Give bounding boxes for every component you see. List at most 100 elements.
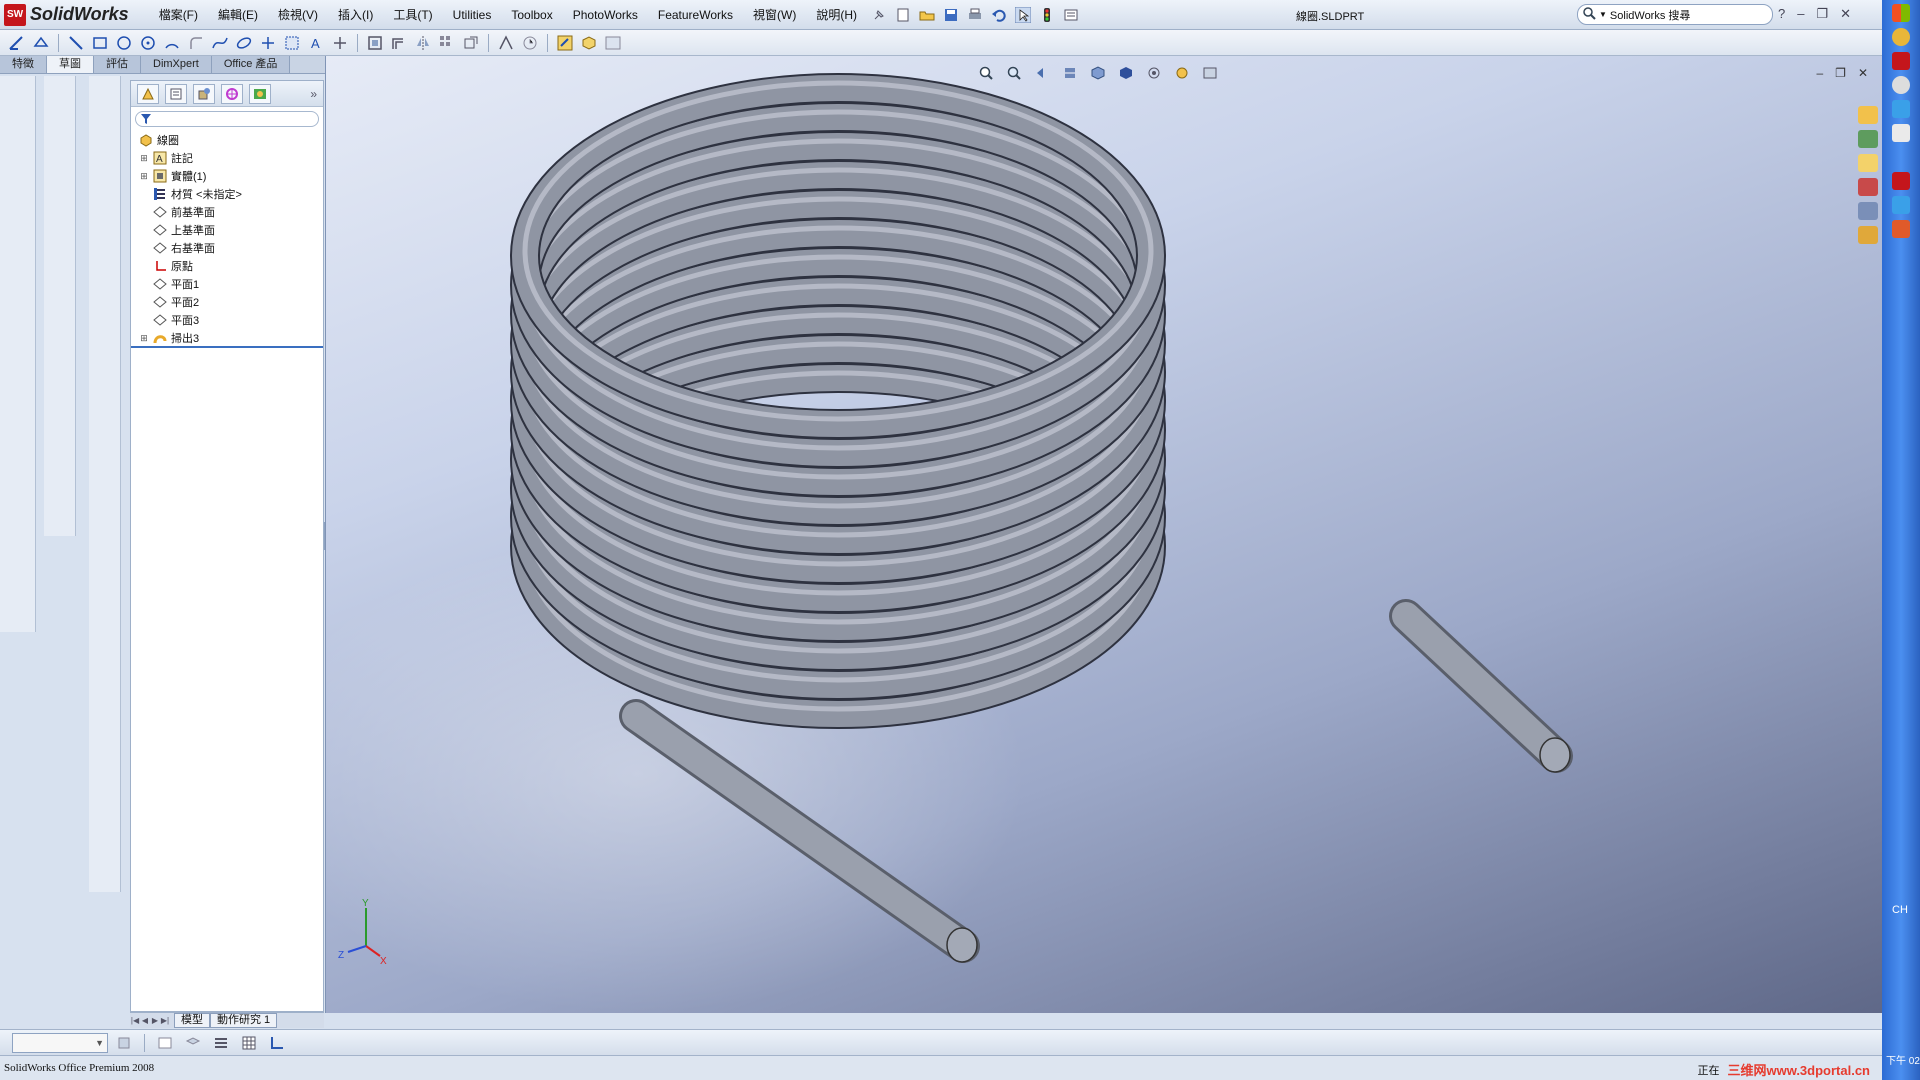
circle-icon[interactable] (113, 32, 135, 54)
open-folder-icon[interactable] (918, 6, 936, 24)
menu-insert[interactable]: 插入(I) (328, 0, 383, 30)
linear-pattern-icon[interactable] (436, 32, 458, 54)
feature-tree-filter[interactable] (135, 111, 319, 127)
app-icon[interactable] (1892, 124, 1910, 142)
tree-item-plane1[interactable]: 平面1 (135, 275, 323, 293)
trim-icon[interactable] (329, 32, 351, 54)
tab-sketch[interactable]: 草圖 (47, 56, 94, 73)
menu-toolbox[interactable]: Toolbox (501, 0, 562, 30)
media-player-icon[interactable] (1892, 76, 1910, 94)
spline-icon[interactable] (209, 32, 231, 54)
list-icon[interactable] (212, 1034, 230, 1052)
feature-tree-tab-icon[interactable] (137, 83, 159, 104)
tree-item-front-plane[interactable]: 前基準面 (135, 203, 323, 221)
tree-item-solid-bodies[interactable]: ⊞ 實體(1) (135, 167, 323, 185)
perimeter-circle-icon[interactable] (137, 32, 159, 54)
chrome-icon[interactable] (1892, 28, 1910, 46)
axis-icon[interactable] (268, 1034, 286, 1052)
tree-item-material[interactable]: 材質 <未指定> (135, 185, 323, 203)
plane-sketch-icon[interactable] (281, 32, 303, 54)
rapid-sketch-icon[interactable] (554, 32, 576, 54)
expand-toggle-icon[interactable]: ⊞ (139, 333, 149, 344)
solidworks-taskbar-icon[interactable] (1892, 52, 1910, 70)
mirror-entities-icon[interactable] (412, 32, 434, 54)
solidworks-logo[interactable]: SW SolidWorks (0, 0, 137, 30)
config-apply-icon[interactable] (115, 1034, 133, 1052)
tree-root[interactable]: 線圈 (135, 131, 323, 149)
expand-toggle-icon[interactable]: ⊞ (139, 153, 149, 164)
minimize-icon[interactable]: – (1797, 6, 1804, 22)
menu-window[interactable]: 視窗(W) (743, 0, 806, 30)
menu-tools[interactable]: 工具(T) (383, 0, 442, 30)
office-icon[interactable] (1892, 220, 1910, 238)
tree-item-plane3[interactable]: 平面3 (135, 311, 323, 329)
dimxpert-manager-tab-icon[interactable] (221, 83, 243, 104)
menu-view[interactable]: 檢視(V) (268, 0, 328, 30)
appearances-icon[interactable] (1858, 226, 1878, 244)
new-document-icon[interactable] (894, 6, 912, 24)
options-icon[interactable] (1062, 6, 1080, 24)
sketch-text-icon[interactable]: A (305, 32, 327, 54)
tab-evaluate[interactable]: 評估 (94, 56, 141, 73)
restore-icon[interactable]: ❐ (1816, 6, 1828, 22)
fillet-icon[interactable] (185, 32, 207, 54)
tab-features[interactable]: 特徵 (0, 56, 47, 73)
ie-icon[interactable] (1892, 100, 1910, 118)
menu-utilities[interactable]: Utilities (443, 0, 502, 30)
coil-model[interactable]: Y X Z (326, 56, 1882, 1013)
tree-item-annotations[interactable]: ⊞ A 註記 (135, 149, 323, 167)
menu-edit[interactable]: 編輯(E) (208, 0, 268, 30)
configuration-select[interactable]: ▼ (12, 1032, 108, 1053)
display-manager-tab-icon[interactable] (249, 83, 271, 104)
graphics-area[interactable]: – ❐ ✕ (325, 56, 1882, 1013)
repair-sketch-icon[interactable] (519, 32, 541, 54)
ie-2-icon[interactable] (1892, 196, 1910, 214)
expand-toggle-icon[interactable]: ⊞ (139, 171, 149, 182)
windows-logo-icon[interactable] (1892, 4, 1910, 22)
save-icon[interactable] (942, 6, 960, 24)
pin-icon[interactable] (870, 6, 888, 24)
display-relations-icon[interactable] (495, 32, 517, 54)
last-tab-arrow-icon[interactable]: ▶| (160, 1016, 170, 1025)
close-icon[interactable]: ✕ (1840, 6, 1851, 22)
tree-item-right-plane[interactable]: 右基準面 (135, 239, 323, 257)
next-tab-arrow-icon[interactable]: ▶ (150, 1016, 160, 1025)
design-library-icon[interactable] (1858, 130, 1878, 148)
undo-icon[interactable] (990, 6, 1008, 24)
expand-panel-icon[interactable]: » (310, 87, 317, 101)
offset-entities-icon[interactable] (388, 32, 410, 54)
first-tab-arrow-icon[interactable]: |◀ (130, 1016, 140, 1025)
arc-icon[interactable] (161, 32, 183, 54)
tab-model[interactable]: 模型 (174, 1013, 210, 1028)
tab-motion-study[interactable]: 動作研究 1 (210, 1013, 278, 1028)
tree-item-plane2[interactable]: 平面2 (135, 293, 323, 311)
solidworks-resources-icon[interactable] (1858, 106, 1878, 124)
select-arrow-icon[interactable] (1014, 6, 1032, 24)
search-results-icon[interactable] (1858, 178, 1878, 196)
ellipse-icon[interactable] (233, 32, 255, 54)
tree-item-origin[interactable]: 原點 (135, 257, 323, 275)
configuration-manager-tab-icon[interactable] (193, 83, 215, 104)
file-explorer-icon[interactable] (1858, 154, 1878, 172)
rectangle-icon[interactable] (89, 32, 111, 54)
convert-entities-icon[interactable] (364, 32, 386, 54)
rollback-bar[interactable] (131, 346, 323, 348)
menu-help[interactable]: 說明(H) (806, 0, 867, 30)
menu-file[interactable]: 檔案(F) (149, 0, 208, 30)
menu-featureworks[interactable]: FeatureWorks (648, 0, 743, 30)
help-icon[interactable]: ? (1778, 6, 1785, 22)
print-icon[interactable] (966, 6, 984, 24)
instant-3d-icon[interactable] (578, 32, 600, 54)
sketch-picture-icon[interactable] (602, 32, 624, 54)
rebuild-icon[interactable] (1038, 6, 1056, 24)
tree-item-sweep3[interactable]: ⊞ 掃出3 (135, 329, 323, 347)
property-manager-tab-icon[interactable] (165, 83, 187, 104)
solidworks-2-icon[interactable] (1892, 172, 1910, 190)
tab-office-products[interactable]: Office 產品 (211, 56, 291, 73)
line-icon[interactable] (65, 32, 87, 54)
grid-icon[interactable] (240, 1034, 258, 1052)
input-language-indicator[interactable]: CH (1892, 904, 1908, 916)
move-entities-icon[interactable] (460, 32, 482, 54)
tree-item-top-plane[interactable]: 上基準面 (135, 221, 323, 239)
prev-tab-arrow-icon[interactable]: ◀ (140, 1016, 150, 1025)
